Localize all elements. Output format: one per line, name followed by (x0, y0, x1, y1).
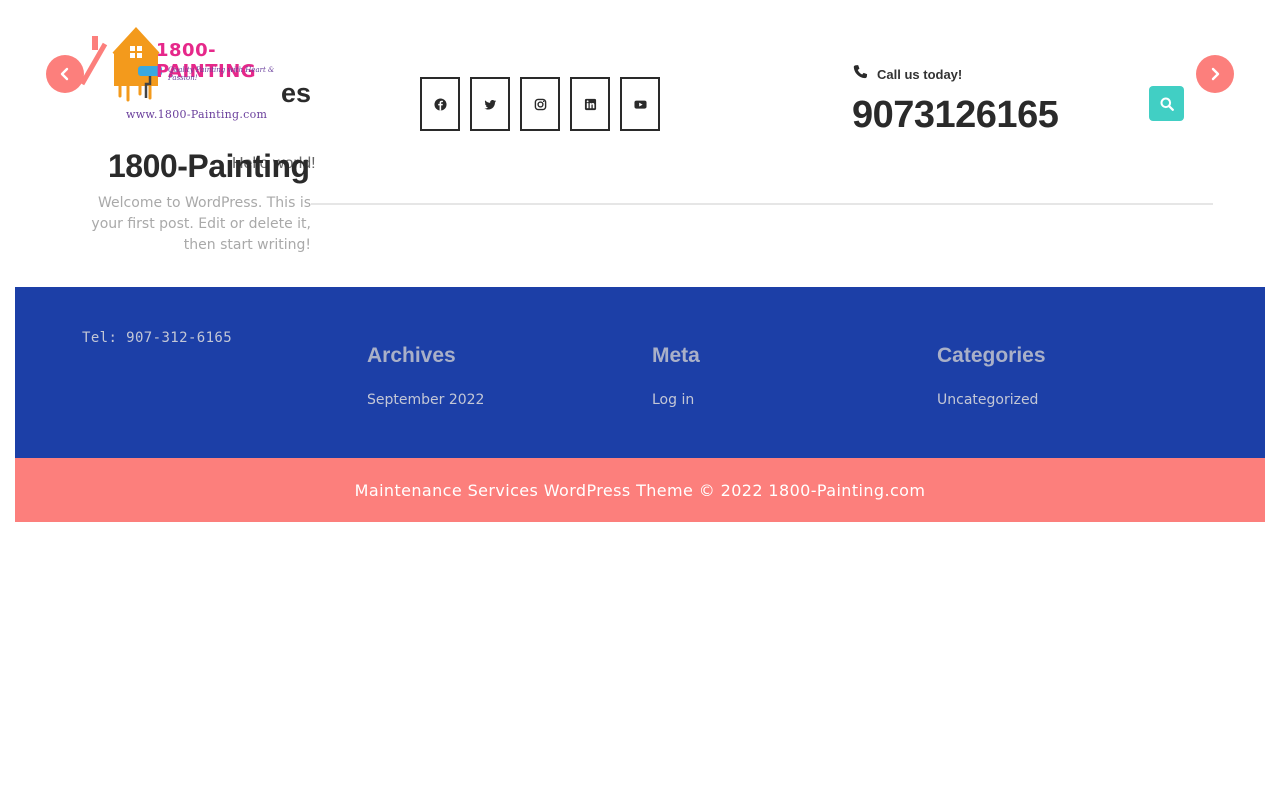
archives-widget: Archives September 2022 (367, 344, 484, 408)
meta-widget: Meta Log in (652, 344, 700, 408)
linkedin-link[interactable] (570, 77, 610, 131)
category-link-uncategorized[interactable]: Uncategorized (937, 392, 1046, 408)
site-logo[interactable]: 1800-PAINTING Quality Painting with Hear… (80, 24, 302, 124)
copyright-text: Maintenance Services WordPress Theme © 2… (354, 480, 926, 500)
instagram-icon (534, 98, 546, 110)
twitter-icon (483, 99, 496, 110)
archives-title: Archives (367, 344, 456, 367)
twitter-link[interactable] (470, 77, 510, 131)
footer-widgets: Tel: 907-312-6165 Archives September 202… (15, 287, 1265, 458)
call-us: Call us today! (852, 64, 962, 85)
meta-title: Meta (652, 344, 700, 367)
header-divider (311, 203, 1213, 205)
categories-title: Categories (937, 344, 1046, 367)
archive-link-september-2022[interactable]: September 2022 (367, 392, 484, 408)
login-link[interactable]: Log in (652, 392, 700, 408)
chevron-left-icon (60, 67, 69, 81)
page: 1800-PAINTING Quality Painting with Hear… (0, 0, 1280, 800)
post-excerpt: Welcome to WordPress. This is your first… (91, 195, 311, 253)
slider-next-button[interactable] (1196, 55, 1234, 93)
site-header: 1800-PAINTING Quality Painting with Hear… (0, 0, 1280, 287)
linkedin-icon (584, 98, 596, 110)
footer-telephone: Tel: 907-312-6165 (82, 330, 233, 346)
categories-widget: Categories Uncategorized (937, 344, 1046, 408)
phone-icon (852, 64, 869, 85)
facebook-link[interactable] (420, 77, 460, 131)
social-links (420, 77, 660, 131)
copyright-bar: Maintenance Services WordPress Theme © 2… (15, 458, 1265, 522)
call-us-label: Call us today! (877, 67, 963, 82)
overlapping-heading-fragment: es (281, 78, 312, 108)
chevron-right-icon (1211, 67, 1220, 81)
facebook-icon (433, 97, 447, 111)
search-button[interactable] (1149, 86, 1184, 121)
search-icon (1160, 97, 1174, 111)
site-title[interactable]: 1800-Painting (108, 148, 310, 185)
instagram-link[interactable] (520, 77, 560, 131)
slider-prev-button[interactable] (46, 55, 84, 93)
logo-url-text: www.1800-Painting.com (126, 108, 268, 121)
youtube-icon (633, 100, 647, 109)
phone-number[interactable]: 9073126165 (852, 94, 1059, 137)
youtube-link[interactable] (620, 77, 660, 131)
